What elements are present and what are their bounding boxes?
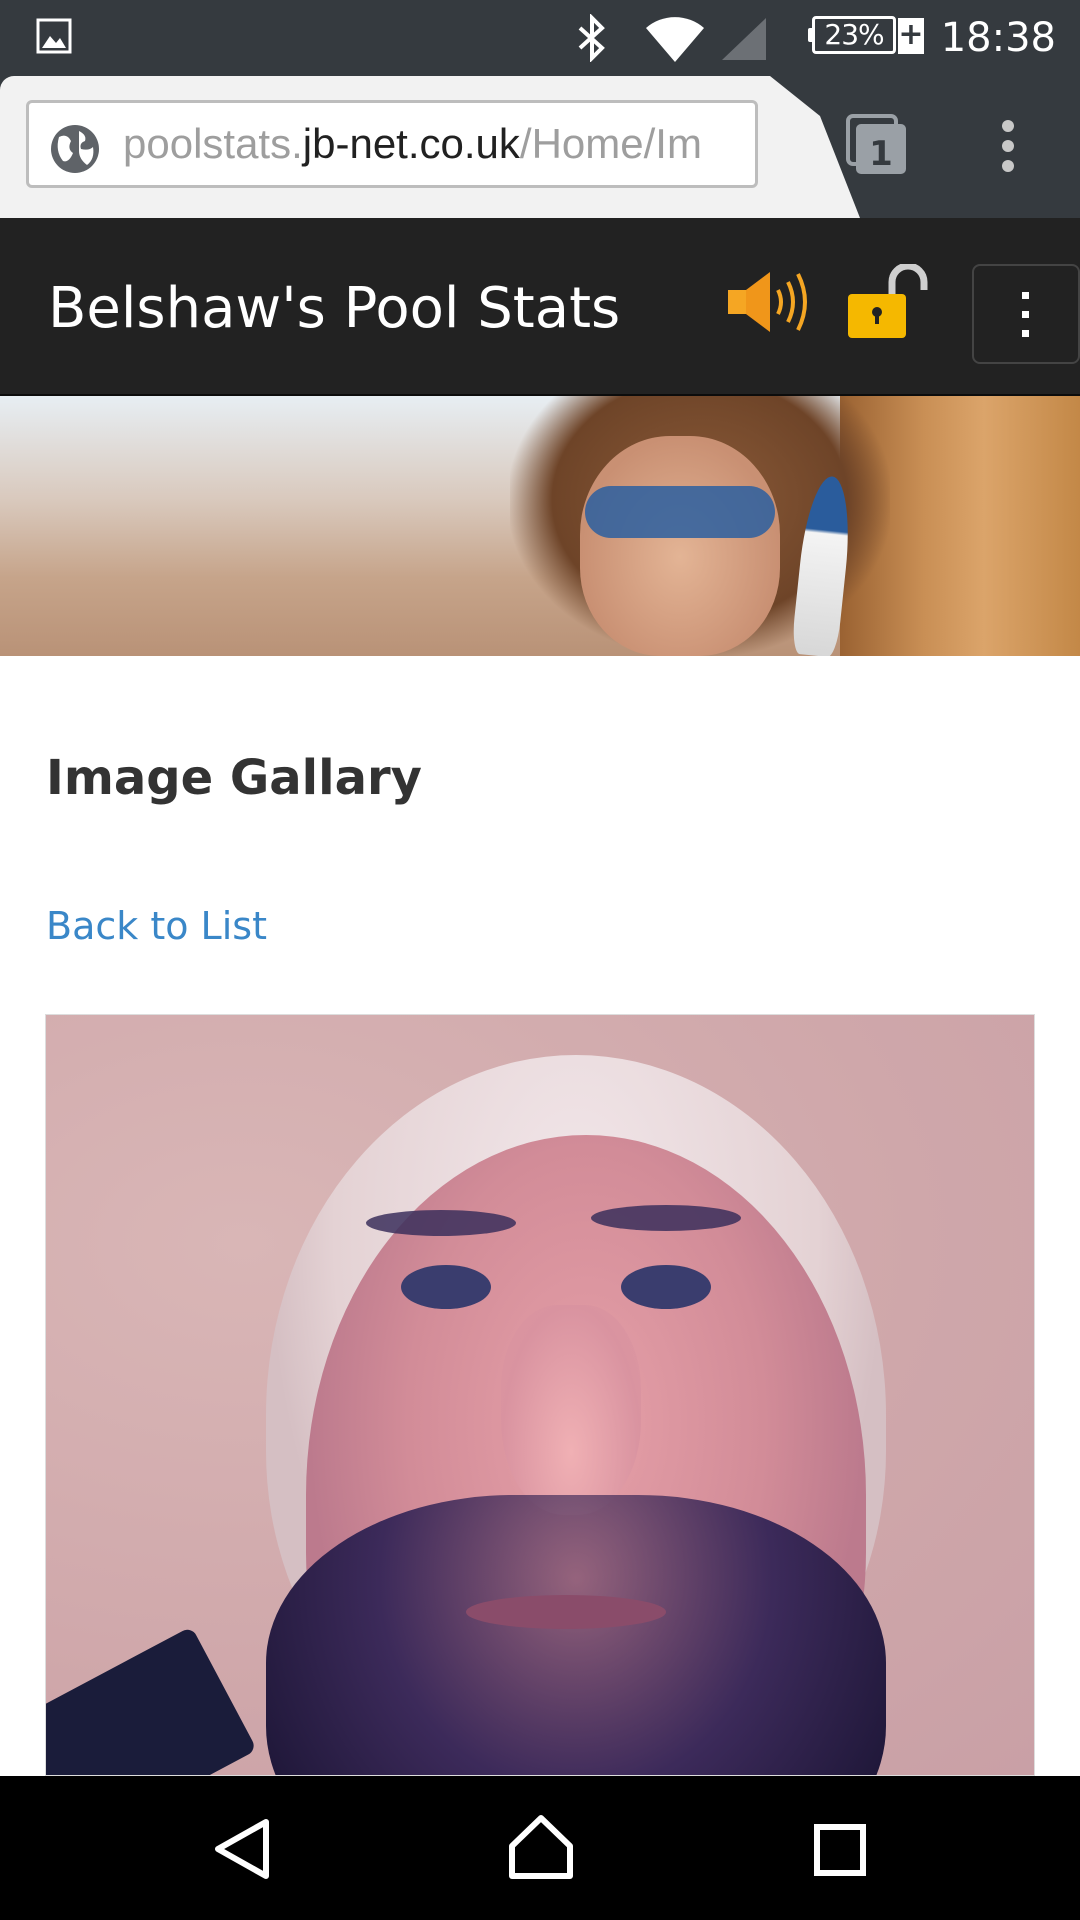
photo-left-eye (401, 1265, 491, 1309)
tab-switcher-button[interactable]: 1 (844, 112, 908, 180)
back-to-list-link[interactable]: Back to List (46, 898, 267, 954)
unlock-icon[interactable] (846, 262, 936, 344)
banner-face-paint (585, 486, 775, 538)
speaker-icon[interactable] (726, 268, 810, 340)
photo-right-eye (621, 1265, 711, 1309)
globe-icon (49, 123, 101, 179)
menu-icon (1018, 290, 1034, 344)
url-path: /Home/Im (519, 120, 702, 167)
app-title[interactable]: Belshaw's Pool Stats (48, 274, 620, 344)
gallery-icon (36, 18, 72, 58)
photo-mouth (466, 1595, 666, 1629)
back-icon[interactable] (212, 1818, 272, 1884)
home-icon[interactable] (508, 1814, 574, 1884)
battery-percent: 23% (824, 18, 884, 51)
photo-right-brow (591, 1205, 741, 1231)
url-text: poolstats.jb-net.co.uk/Home/Im (123, 115, 702, 173)
photo-phone (46, 1626, 258, 1775)
signal-icon (720, 16, 768, 66)
recents-icon[interactable] (814, 1824, 866, 1880)
wifi-icon (644, 14, 706, 68)
battery-icon: 23% (812, 16, 896, 54)
banner-face (580, 436, 780, 656)
clock: 18:38 (940, 15, 1056, 61)
photo-beard (266, 1495, 886, 1775)
status-bar: 23% + 18:38 (0, 0, 1080, 76)
url-bar[interactable]: poolstats.jb-net.co.uk/Home/Im (26, 100, 758, 188)
photo-nose (501, 1305, 641, 1515)
charging-indicator: + (898, 17, 924, 54)
browser-menu-icon[interactable] (996, 120, 1020, 176)
header-banner-image (0, 396, 1080, 656)
url-prefix: poolstats. (123, 120, 303, 167)
bluetooth-icon (574, 13, 610, 66)
url-domain: jb-net.co.uk (302, 120, 520, 167)
photo-left-brow (366, 1210, 516, 1236)
app-header: Belshaw's Pool Stats (0, 218, 1080, 396)
browser-toolbar: poolstats.jb-net.co.uk/Home/Im 1 (0, 76, 1080, 218)
tab-count: 1 (869, 134, 893, 174)
app-menu-button[interactable] (972, 264, 1080, 364)
navigation-bar (0, 1776, 1080, 1920)
gallery-photo[interactable] (45, 1014, 1035, 1776)
page-title: Image Gallary (46, 750, 422, 806)
